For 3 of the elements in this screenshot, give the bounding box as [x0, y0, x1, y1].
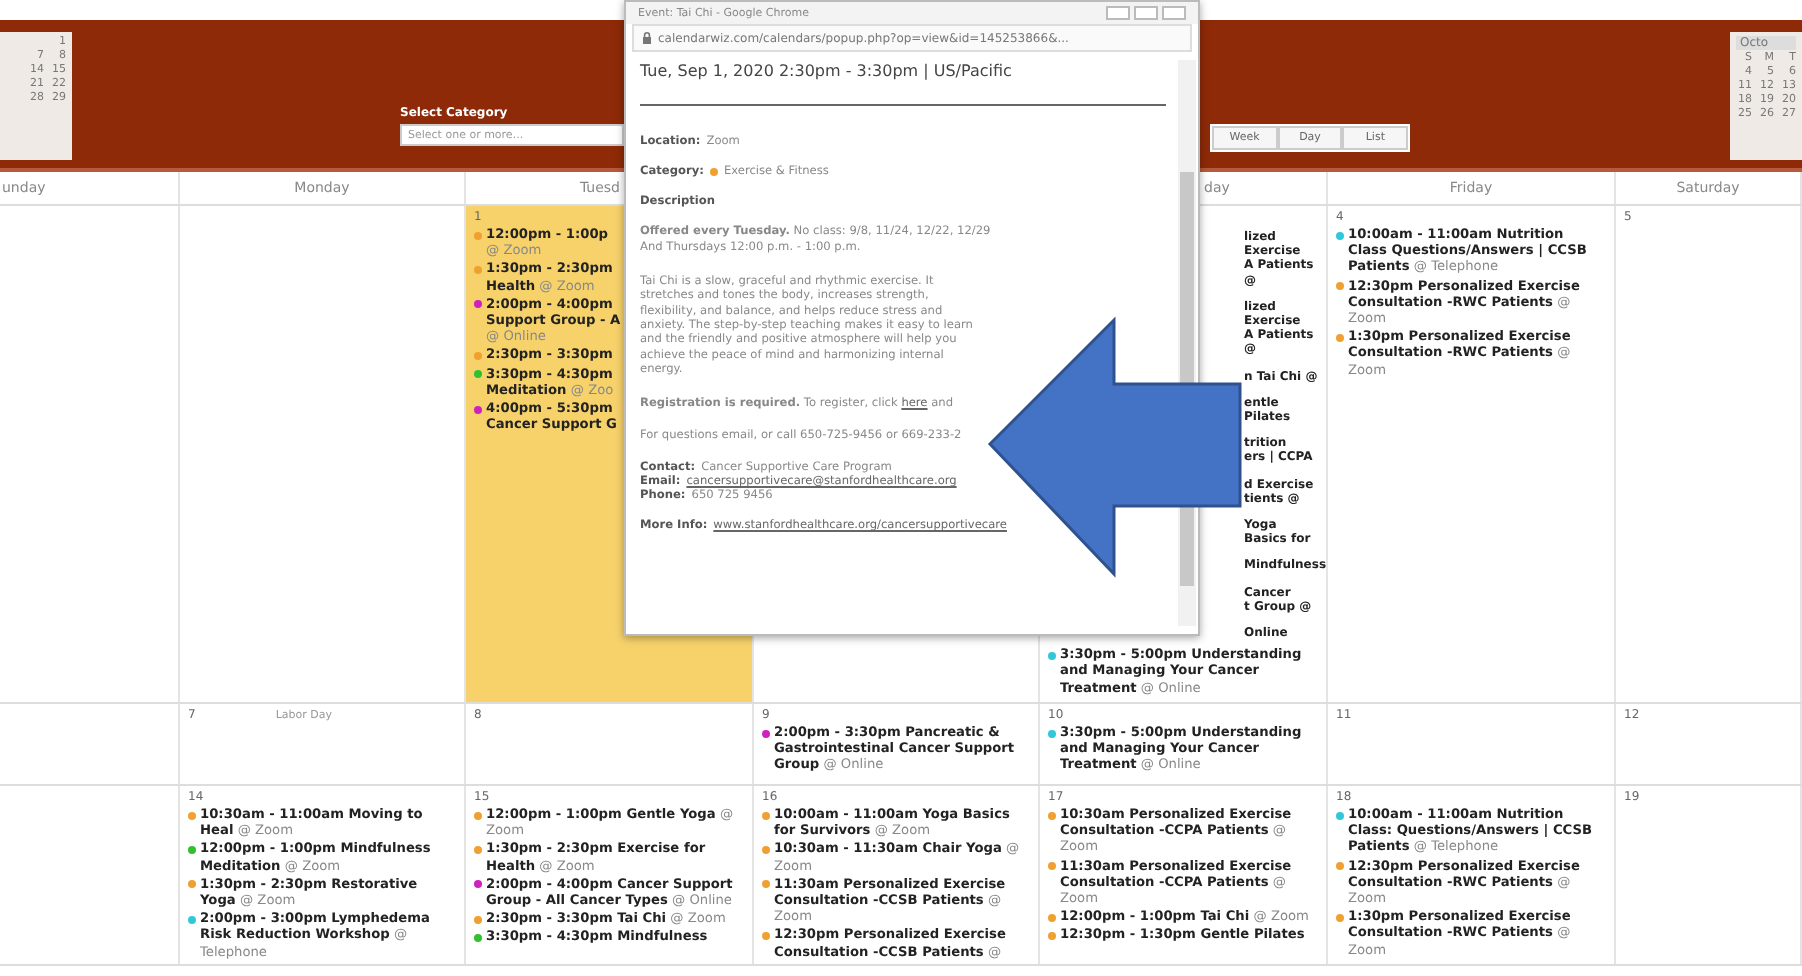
lock-icon: [642, 32, 652, 44]
event-heading: Tue, Sep 1, 2020 2:30pm - 3:30pm | US/Pacific: [640, 62, 1166, 106]
category-dot: [709, 168, 718, 176]
